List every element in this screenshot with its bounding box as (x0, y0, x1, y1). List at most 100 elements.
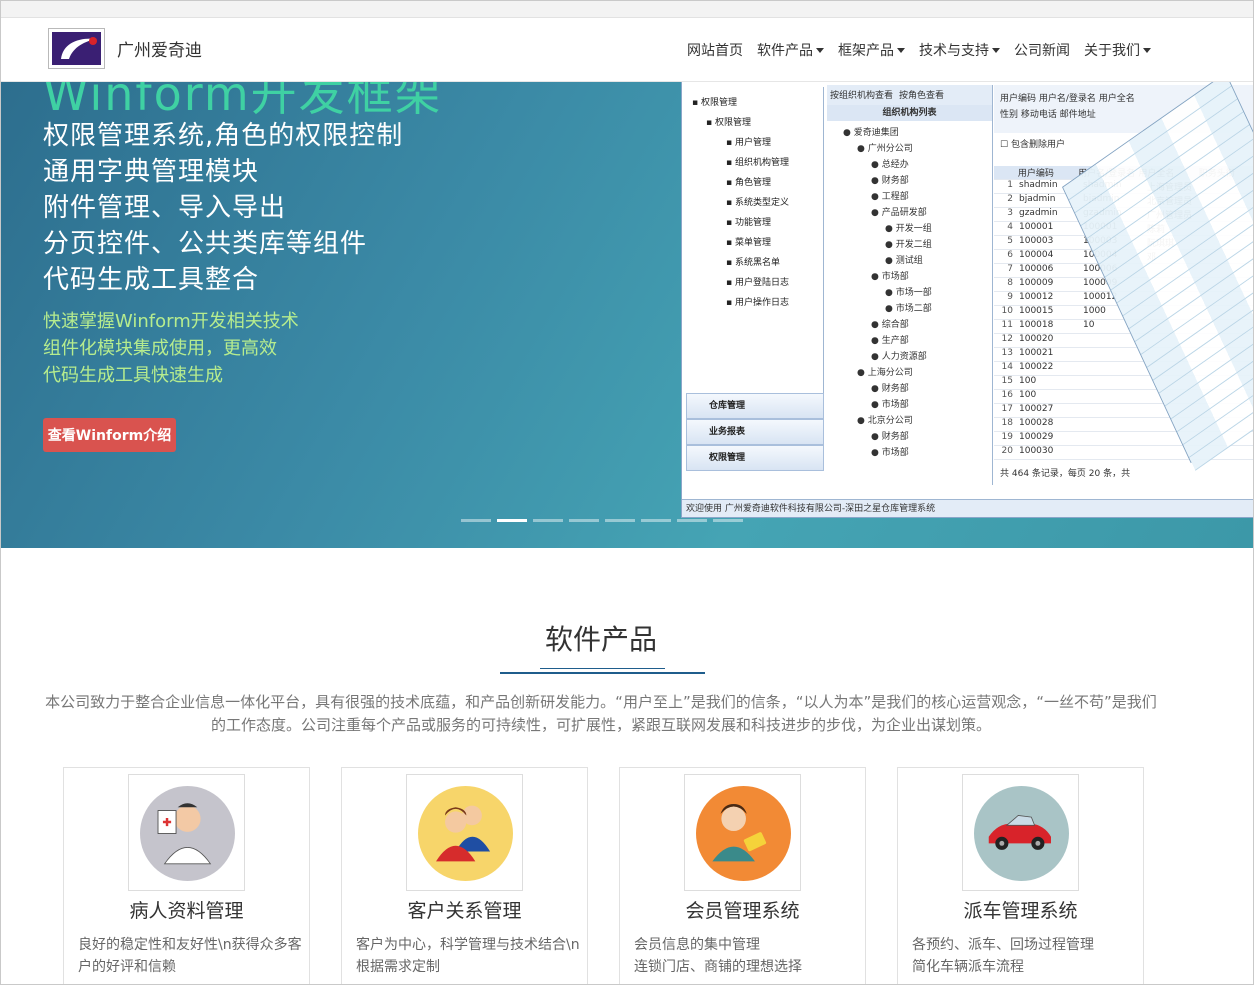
table-cell: 100028 (1019, 418, 1054, 428)
table-cell: 100018 (1019, 320, 1054, 330)
row-number: 9 (1007, 292, 1013, 302)
row-number: 13 (1001, 348, 1013, 358)
nav-item-0[interactable]: 网站首页 (687, 40, 743, 60)
table-cell: 100004 (1019, 250, 1054, 260)
carousel-indicators (461, 519, 743, 522)
tree-node: ▪ 系统类型定义 (726, 198, 789, 208)
hero-line: 通用字典管理模块 (43, 157, 260, 187)
view-winform-intro-button[interactable]: 查看Winform介绍 (43, 418, 176, 452)
carousel-dot-4[interactable] (605, 519, 635, 522)
product-thumbnail[interactable] (684, 774, 801, 891)
table-cell: 100030 (1019, 446, 1054, 456)
section-title: 软件产品 (544, 623, 657, 656)
table-cell: 100009 (1019, 278, 1054, 288)
carousel-dot-6[interactable] (677, 519, 707, 522)
product-description: 客户为中心，科学管理与技术结合\n根据需求定制 (356, 934, 581, 978)
title-divider (500, 672, 705, 674)
caret-down-icon (992, 47, 1000, 53)
browser-page: 广州爱奇迪 网站首页 软件产品 框架产品 技术与支持 公司新闻 关于我们 Winform开… (0, 0, 1254, 985)
product-thumbnail[interactable] (406, 774, 523, 891)
product-icon-circle (418, 786, 513, 881)
nav-item-3[interactable]: 技术与支持 (919, 40, 1000, 60)
product-description-line: 简化车辆派车流程 (912, 959, 1024, 975)
product-description: 会员信息的集中管理 连锁门店、商铺的理想选择 (634, 934, 859, 978)
car-icon (988, 815, 1051, 850)
carousel-dot-5[interactable] (641, 519, 671, 522)
row-number: 7 (1007, 264, 1013, 274)
product-cards: 病人资料管理 良好的稳定性和友好性\n获得众多客户的好评和信赖客户关系管理客户为中… (63, 767, 1144, 984)
hero-carousel: Winform开发框架 权限管理系统,角色的权限控制 通用字典管理模块 附件管理、导… (1, 82, 1253, 548)
product-title[interactable]: 客户关系管理 (342, 896, 587, 923)
company-logo[interactable] (48, 28, 105, 69)
app-screenshot: ▪ 权限管理 ▪ 权限管理 ▪ 用户管理 ▪ 组织机构管理 ▪ 角色管理 ▪ 系统类型定义… (681, 82, 1253, 518)
caret-down-icon (897, 47, 905, 53)
product-card[interactable]: 派车管理系统各预约、派车、回场过程管理 简化车辆派车流程 (897, 767, 1144, 984)
product-card[interactable]: 客户关系管理客户为中心，科学管理与技术结合\n根据需求定制 (341, 767, 588, 984)
hero-feature-lines: 权限管理系统,角色的权限控制 通用字典管理模块 附件管理、导入导出 分页控件、公共类库… (43, 118, 403, 298)
left-tree: ▪ 权限管理 ▪ 权限管理 ▪ 用户管理 ▪ 组织机构管理 ▪ 角色管理 ▪ 系统类型定义… (692, 93, 789, 313)
carousel-dot-0[interactable] (461, 519, 491, 522)
nav-item-4[interactable]: 公司新闻 (1014, 40, 1070, 60)
row-number: 10 (1001, 306, 1013, 316)
row-number: 14 (1001, 362, 1013, 372)
hero-sub-line: 代码生成工具快速生成 (43, 365, 223, 386)
nav-item-2[interactable]: 框架产品 (838, 40, 905, 60)
tree-node: ▪ 功能管理 (726, 218, 771, 228)
carousel-dot-2[interactable] (533, 519, 563, 522)
product-description: 各预约、派车、回场过程管理 简化车辆派车流程 (912, 934, 1137, 978)
table-cell: 100020 (1019, 334, 1054, 344)
top-strip (1, 1, 1253, 18)
org-node: ● 综合部 (871, 320, 909, 330)
table-cell (1080, 418, 1144, 431)
product-icon-circle (696, 786, 791, 881)
hero-sub-lines: 快速掌握Winform开发相关技术 组件化模块集成使用，更高效 代码生成工具快速生成 (43, 308, 299, 389)
table-cell: gzadmin (1019, 208, 1058, 218)
product-title[interactable]: 病人资料管理 (64, 896, 309, 923)
table-cell: 100015 (1019, 306, 1054, 316)
nav-item-label: 框架产品 (838, 43, 894, 59)
carousel-dot-1[interactable] (497, 519, 527, 522)
row-number: 19 (1001, 432, 1013, 442)
row-number: 1 (1007, 180, 1013, 190)
product-description-line: 客户为中心，科学管理与技术结合\n根据需求定制 (356, 937, 580, 975)
main-menu: 网站首页 软件产品 框架产品 技术与支持 公司新闻 关于我们 (687, 40, 1151, 60)
org-node: ● 开发一组 (885, 224, 932, 234)
mid-tabs: 按组织机构查看 按角色查看 (827, 85, 992, 105)
carousel-dot-7[interactable] (713, 519, 743, 522)
nav-item-label: 网站首页 (687, 43, 743, 59)
table-cell: 100001 (1019, 222, 1054, 232)
table-cell: 100 (1019, 376, 1037, 386)
nav-item-5[interactable]: 关于我们 (1084, 40, 1151, 60)
row-number: 4 (1007, 222, 1013, 232)
brand-name[interactable]: 广州爱奇迪 (117, 36, 202, 61)
table-cell: 100003 (1019, 236, 1054, 246)
product-description-line: 连锁门店、商铺的理想选择 (634, 959, 802, 975)
product-icon-circle (974, 786, 1069, 881)
product-card[interactable]: 病人资料管理 良好的稳定性和友好性\n获得众多客户的好评和信赖 (63, 767, 310, 984)
org-node: ● 市场部 (871, 400, 909, 410)
org-node: ● 上海分公司 (857, 368, 913, 378)
nav-item-label: 技术与支持 (919, 43, 989, 59)
product-thumbnail[interactable] (128, 774, 245, 891)
org-node: ● 工程部 (871, 192, 909, 202)
org-node: ● 财务部 (871, 432, 909, 442)
accordion-item: 权限管理 (686, 445, 824, 471)
carousel-dot-3[interactable] (569, 519, 599, 522)
product-thumbnail[interactable] (962, 774, 1079, 891)
hero-line: 分页控件、公共类库等组件 (43, 229, 368, 259)
row-number: 20 (1001, 446, 1013, 456)
org-node: ● 生产部 (871, 336, 909, 346)
row-num-header (994, 166, 1015, 179)
table-cell (1080, 446, 1144, 459)
org-node: ● 爱奇迪集团 (843, 128, 899, 138)
product-card[interactable]: 会员管理系统会员信息的集中管理 连锁门店、商铺的理想选择 (619, 767, 866, 984)
tree-node: ▪ 组织机构管理 (726, 158, 789, 168)
row-number: 18 (1001, 418, 1013, 428)
nav-item-1[interactable]: 软件产品 (757, 40, 824, 60)
tree-node: ▪ 角色管理 (726, 178, 771, 188)
title-divider-thin (540, 668, 665, 669)
product-title[interactable]: 会员管理系统 (620, 896, 865, 923)
product-title[interactable]: 派车管理系统 (898, 896, 1143, 923)
hero-sub-line: 快速掌握Winform开发相关技术 (43, 311, 299, 332)
member-icon (712, 804, 767, 862)
